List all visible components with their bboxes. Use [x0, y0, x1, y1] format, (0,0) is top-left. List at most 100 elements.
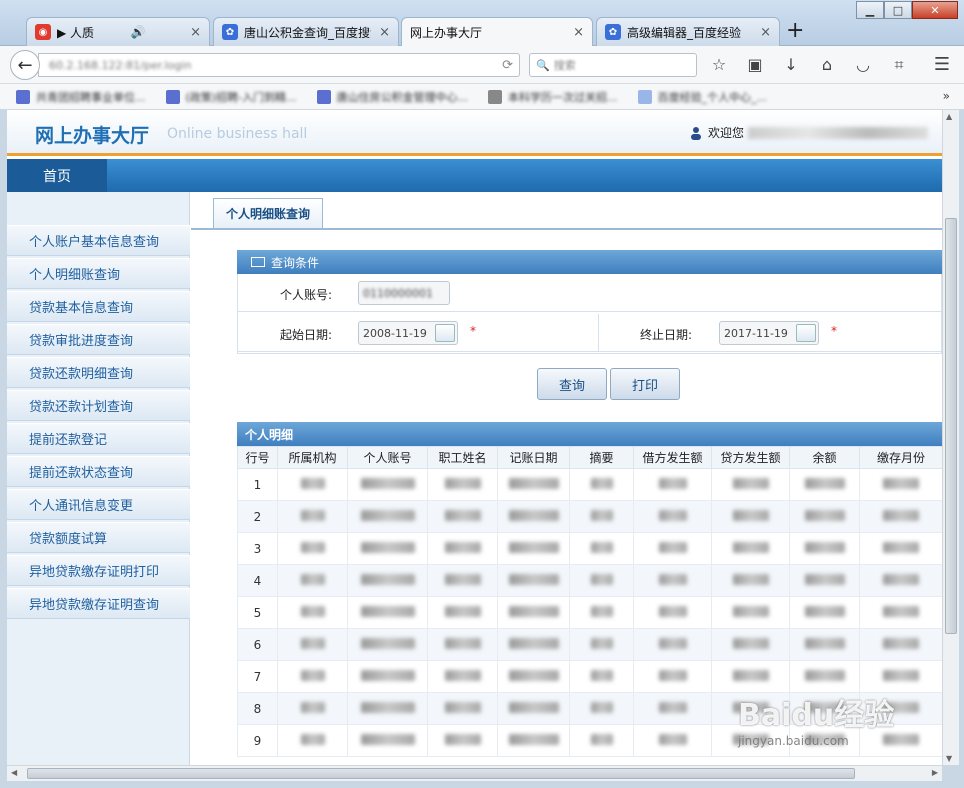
redacted-cell — [427, 468, 498, 501]
detail-panel-title: 个人明细 — [237, 422, 942, 446]
clipboard-icon[interactable]: ▣ — [744, 55, 766, 75]
redacted-value — [360, 605, 415, 617]
start-date-input[interactable]: 2008-11-19 — [358, 321, 458, 345]
sidebar-item[interactable]: 个人通讯信息变更 — [7, 489, 190, 520]
speaker-icon[interactable]: 🔊 — [131, 25, 146, 39]
maximize-button[interactable]: □ — [884, 1, 912, 19]
calendar-icon[interactable] — [435, 324, 455, 342]
bookmark-icon — [165, 89, 180, 104]
redacted-value — [658, 509, 687, 521]
reload-icon[interactable]: ⟳ — [502, 58, 513, 73]
scroll-thumb[interactable] — [945, 218, 957, 634]
redacted-cell — [633, 724, 712, 757]
tab-divider — [191, 228, 942, 230]
new-tab-button[interactable]: + — [786, 18, 804, 43]
sidebar-item[interactable]: 贷款基本信息查询 — [7, 291, 190, 322]
redacted-cell — [427, 724, 498, 757]
redacted-value — [360, 541, 415, 553]
scroll-left-icon[interactable]: ◀ — [11, 768, 17, 777]
close-icon[interactable]: × — [565, 25, 584, 40]
tab-baidu-search[interactable]: ✿ 唐山公积金查询_百度搜索 × — [213, 17, 399, 46]
close-icon[interactable]: × — [182, 25, 201, 40]
tab-online-hall[interactable]: 网上办事大厅 × — [401, 17, 593, 47]
window-close-button[interactable]: ✕ — [912, 1, 958, 19]
table-row: 3 — [237, 532, 942, 565]
sidebar-item[interactable]: 提前还款状态查询 — [7, 456, 190, 487]
sidebar-item[interactable]: 异地贷款缴存证明打印 — [7, 555, 190, 586]
scroll-thumb[interactable] — [27, 768, 855, 779]
redacted-value — [804, 637, 845, 649]
minimize-button[interactable]: ▁ — [856, 1, 884, 19]
redacted-cell — [789, 564, 860, 597]
tab-detail-query[interactable]: 个人明细账查询 — [213, 198, 323, 228]
redacted-cell — [497, 532, 570, 565]
tab-renzhi[interactable]: ◉ ▶ 人质 🔊 × — [26, 17, 210, 46]
redacted-cell — [569, 500, 634, 533]
row-number: 9 — [237, 724, 278, 757]
bookmark-item[interactable]: (政策)招聘-入门到精... — [165, 89, 297, 105]
horizontal-scrollbar[interactable]: ◀ ▶ — [7, 765, 942, 781]
browser-nav-bar: 60.2.168.122:81/per.login ⟳ ← 🔍 搜索 ☆ ▣ ↓… — [0, 46, 964, 84]
menu-icon[interactable]: ☰ — [934, 54, 950, 75]
scroll-right-icon[interactable]: ▶ — [932, 768, 938, 777]
bookmark-star-icon[interactable]: ☆ — [708, 55, 730, 75]
redacted-cell — [789, 628, 860, 661]
redacted-cell — [427, 564, 498, 597]
redacted-value — [883, 669, 919, 681]
sidebar-item[interactable]: 贷款还款计划查询 — [7, 390, 190, 421]
sidebar-item[interactable]: 贷款额度试算 — [7, 522, 190, 553]
download-icon[interactable]: ↓ — [780, 55, 802, 75]
site-title: 网上办事大厅 — [35, 125, 150, 147]
search-bar[interactable]: 🔍 搜索 — [529, 53, 697, 77]
url-bar[interactable]: 60.2.168.122:81/per.login ⟳ — [38, 53, 520, 77]
sidebar-item[interactable]: 贷款审批进度查询 — [7, 324, 190, 355]
bookmark-item[interactable]: 唐山住房公积金管理中心... — [316, 89, 468, 105]
pocket-icon[interactable]: ◡ — [852, 55, 874, 75]
redacted-value — [300, 733, 325, 745]
close-icon[interactable]: × — [371, 25, 390, 40]
close-icon[interactable]: × — [752, 25, 771, 40]
sidebar-item[interactable]: 异地贷款缴存证明查询 — [7, 588, 190, 619]
chevron-right-icon[interactable]: » — [943, 89, 950, 103]
crop-icon[interactable]: ⌗ — [888, 55, 910, 75]
account-label: 个人账号: — [279, 288, 332, 302]
redacted-value — [883, 477, 919, 489]
home-icon[interactable]: ⌂ — [816, 55, 838, 75]
redacted-value — [300, 477, 325, 489]
redacted-cell — [569, 564, 634, 597]
calendar-icon[interactable] — [796, 324, 816, 342]
sidebar-item[interactable]: 贷款还款明细查询 — [7, 357, 190, 388]
redacted-cell — [859, 628, 942, 661]
redacted-value — [300, 701, 325, 713]
redacted-cell — [633, 596, 712, 629]
end-date-input[interactable]: 2017-11-19 — [719, 321, 819, 345]
redacted-value — [360, 669, 415, 681]
nav-home[interactable]: 首页 — [7, 159, 107, 192]
redacted-value — [444, 477, 481, 489]
tab-baidu-jingyan[interactable]: ✿ 高级编辑器_百度经验 × — [596, 17, 780, 46]
site-subtitle: Online business hall — [167, 126, 308, 142]
toolbar-icons: ☆ ▣ ↓ ⌂ ◡ ⌗ — [708, 55, 910, 75]
redacted-value — [360, 701, 415, 713]
scroll-up-icon[interactable]: ▲ — [946, 112, 952, 121]
back-button[interactable]: ← — [10, 50, 40, 80]
redacted-cell — [633, 564, 712, 597]
table-icon — [251, 257, 265, 267]
redacted-value — [732, 509, 769, 521]
vertical-scrollbar[interactable]: ▲ ▼ — [942, 110, 959, 765]
bookmark-item[interactable]: 本科学历一次过关招... — [488, 89, 618, 105]
bookmark-item[interactable]: 共青团招聘事业单位... — [16, 89, 146, 105]
query-button[interactable]: 查询 — [537, 368, 607, 400]
bookmark-item[interactable]: 百度经验_个人中心_... — [637, 89, 767, 105]
music-app-icon: ◉ — [35, 24, 51, 40]
column-header: 所属机构 — [277, 446, 348, 469]
redacted-cell — [497, 564, 570, 597]
sidebar-item[interactable]: 提前还款登记 — [7, 423, 190, 454]
account-row: 个人账号: 0110000001 — [238, 274, 942, 312]
scroll-down-icon[interactable]: ▼ — [946, 754, 952, 763]
user-name-redacted — [748, 126, 929, 139]
redacted-cell — [789, 660, 860, 693]
sidebar-item[interactable]: 个人账户基本信息查询 — [7, 225, 190, 256]
print-button[interactable]: 打印 — [610, 368, 680, 400]
sidebar-item[interactable]: 个人明细账查询 — [7, 258, 190, 289]
